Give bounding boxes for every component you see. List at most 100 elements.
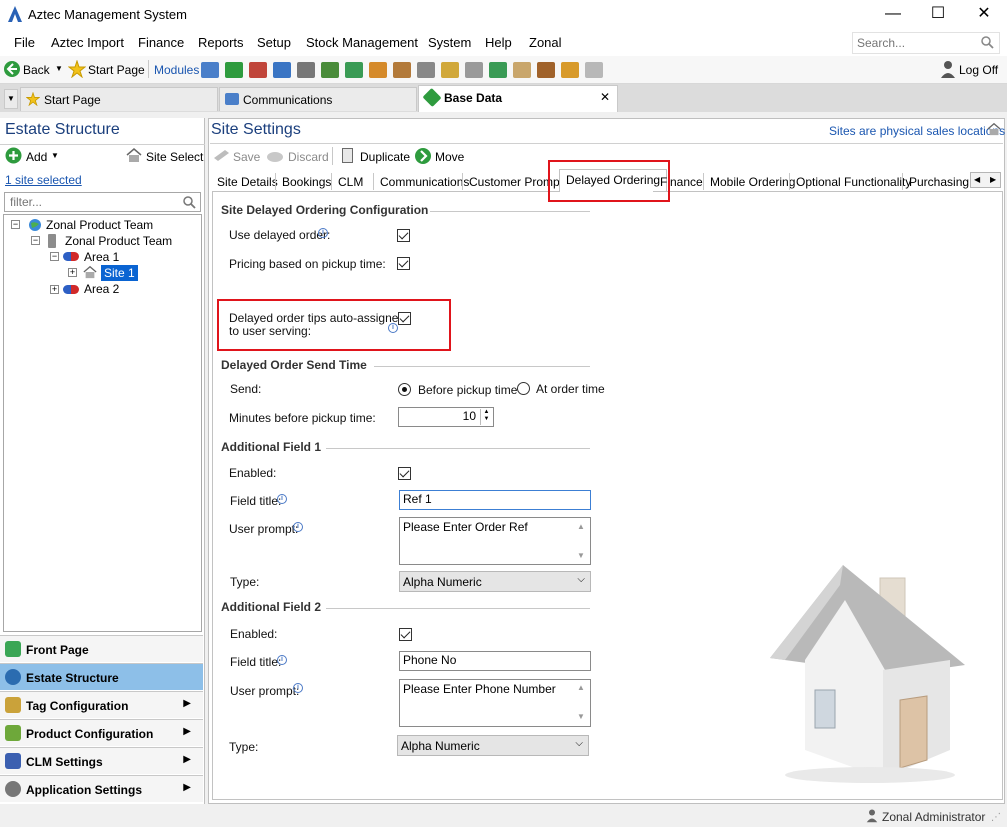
module-icon-14[interactable] <box>513 62 531 78</box>
sites-selected-link[interactable]: 1 site selected <box>5 173 82 187</box>
field1-title-input[interactable]: Ref 1 <box>399 490 591 510</box>
collapse-icon[interactable]: − <box>31 236 40 245</box>
close-tab-icon[interactable]: ✕ <box>600 90 610 104</box>
tab-communications[interactable]: Communications <box>380 172 469 192</box>
field2-type-select[interactable]: Alpha Numeric ⌵ <box>397 735 589 756</box>
field2-title-input[interactable]: Phone No <box>399 651 591 671</box>
scroll-up-icon[interactable]: ▲ <box>577 522 585 531</box>
tree-node-estate[interactable]: Zonal Product Team <box>65 234 172 248</box>
filter-input[interactable] <box>8 194 178 210</box>
module-icon-3[interactable] <box>249 62 267 78</box>
module-icon-13[interactable] <box>489 62 507 78</box>
discard-button[interactable]: Discard <box>288 150 329 164</box>
info-icon[interactable]: i <box>277 655 287 665</box>
tab-bookings[interactable]: Bookings <box>282 172 331 192</box>
module-icon-4[interactable] <box>273 62 291 78</box>
menu-aztec-import[interactable]: Aztec Import <box>51 35 124 50</box>
nav-tag-configuration[interactable]: Tag Configuration ▶ <box>0 691 203 718</box>
at-order-time-radio[interactable] <box>517 382 530 395</box>
tab-list-dropdown-icon[interactable]: ▼ <box>4 89 18 109</box>
tree-node-site-1[interactable]: Site 1 <box>101 265 138 281</box>
scroll-up-icon[interactable]: ▲ <box>577 683 585 692</box>
tree-node-company[interactable]: Zonal Product Team <box>46 218 153 232</box>
add-button[interactable]: Add <box>26 150 47 164</box>
module-icon-11[interactable] <box>441 62 459 78</box>
save-button[interactable]: Save <box>233 150 260 164</box>
move-button[interactable]: Move <box>435 150 464 164</box>
tree-node-area-1[interactable]: Area 1 <box>84 250 119 264</box>
menu-setup[interactable]: Setup <box>257 35 291 50</box>
resize-grip-icon[interactable]: ⋰ <box>991 812 1001 823</box>
collapse-icon[interactable]: − <box>11 220 20 229</box>
start-page-button[interactable]: Start Page <box>88 63 145 77</box>
collapse-icon[interactable]: − <box>50 252 59 261</box>
nav-estate-structure[interactable]: Estate Structure <box>0 663 203 690</box>
nav-application-settings[interactable]: Application Settings ▶ <box>0 775 203 802</box>
module-icon-7[interactable] <box>345 62 363 78</box>
module-icon-8[interactable] <box>369 62 387 78</box>
module-icon-9[interactable] <box>393 62 411 78</box>
pricing-checkbox[interactable] <box>397 257 410 270</box>
scroll-right-icon[interactable]: ▶ <box>990 175 996 184</box>
module-icon-1[interactable] <box>201 62 219 78</box>
field1-type-select[interactable]: Alpha Numeric ⌵ <box>399 571 591 592</box>
module-icon-16[interactable] <box>561 62 579 78</box>
menu-system[interactable]: System <box>428 35 471 50</box>
tab-optional-functionality[interactable]: Optional Functionality <box>796 172 911 192</box>
add-dropdown-icon[interactable]: ▼ <box>51 151 59 160</box>
info-icon[interactable]: i <box>318 228 328 238</box>
add-icon[interactable] <box>5 147 22 164</box>
module-icon-15[interactable] <box>537 62 555 78</box>
menu-stock-management[interactable]: Stock Management <box>306 35 418 50</box>
module-icon-17[interactable] <box>585 62 603 78</box>
back-arrow-icon[interactable] <box>3 60 21 78</box>
search-icon[interactable] <box>183 196 196 209</box>
scroll-down-icon[interactable]: ▼ <box>577 712 585 721</box>
field2-enabled-checkbox[interactable] <box>399 628 412 641</box>
tab-mobile-ordering[interactable]: Mobile Ordering <box>710 172 795 192</box>
before-pickup-radio[interactable] <box>398 383 411 396</box>
menu-zonal[interactable]: Zonal <box>529 35 562 50</box>
expand-icon[interactable]: + <box>50 285 59 294</box>
tab-clm[interactable]: CLM <box>338 172 363 192</box>
field1-prompt-textarea[interactable]: Please Enter Order Ref <box>399 517 591 565</box>
menu-help[interactable]: Help <box>485 35 512 50</box>
nav-product-configuration[interactable]: Product Configuration ▶ <box>0 719 203 746</box>
info-icon[interactable]: i <box>277 494 287 504</box>
scroll-down-icon[interactable]: ▼ <box>577 551 585 560</box>
info-icon[interactable]: i <box>388 323 398 333</box>
log-off-button[interactable]: Log Off <box>959 63 998 77</box>
duplicate-button[interactable]: Duplicate <box>360 150 410 164</box>
tab-site-details[interactable]: Site Details <box>217 172 278 192</box>
tree-node-area-2[interactable]: Area 2 <box>84 282 119 296</box>
module-icon-10[interactable] <box>417 62 435 78</box>
use-delayed-order-checkbox[interactable] <box>397 229 410 242</box>
info-icon[interactable]: i <box>293 683 303 693</box>
close-window-button[interactable]: ✕ <box>961 0 1007 30</box>
search-input[interactable] <box>855 34 975 52</box>
nav-clm-settings[interactable]: CLM Settings ▶ <box>0 747 203 774</box>
spin-up-icon[interactable]: ▲ <box>481 409 492 416</box>
field2-prompt-textarea[interactable]: Please Enter Phone Number <box>399 679 591 727</box>
tab-purchasing[interactable]: Purchasing <box>909 172 969 192</box>
minimize-button[interactable]: — <box>870 0 916 30</box>
module-icon-5[interactable] <box>297 62 315 78</box>
tab-base-data[interactable]: Base Data ✕ <box>418 85 618 112</box>
module-icon-6[interactable] <box>321 62 339 78</box>
spin-down-icon[interactable]: ▼ <box>481 416 492 423</box>
tab-communications[interactable]: Communications <box>219 87 417 111</box>
tab-start-page[interactable]: Start Page <box>20 87 218 111</box>
scroll-left-icon[interactable]: ◀ <box>974 175 980 184</box>
info-icon[interactable]: i <box>293 522 303 532</box>
search-icon[interactable] <box>981 36 994 49</box>
module-icon-12[interactable] <box>465 62 483 78</box>
nav-front-page[interactable]: Front Page <box>0 635 203 662</box>
site-select-button[interactable]: Site Select <box>146 150 203 164</box>
expand-icon[interactable]: + <box>68 268 77 277</box>
menu-file[interactable]: File <box>14 35 35 50</box>
back-button[interactable]: Back <box>23 63 50 77</box>
menu-finance[interactable]: Finance <box>138 35 184 50</box>
tips-auto-assigned-checkbox[interactable] <box>398 312 411 325</box>
module-icon-2[interactable] <box>225 62 243 78</box>
back-dropdown-icon[interactable]: ▼ <box>55 64 63 73</box>
